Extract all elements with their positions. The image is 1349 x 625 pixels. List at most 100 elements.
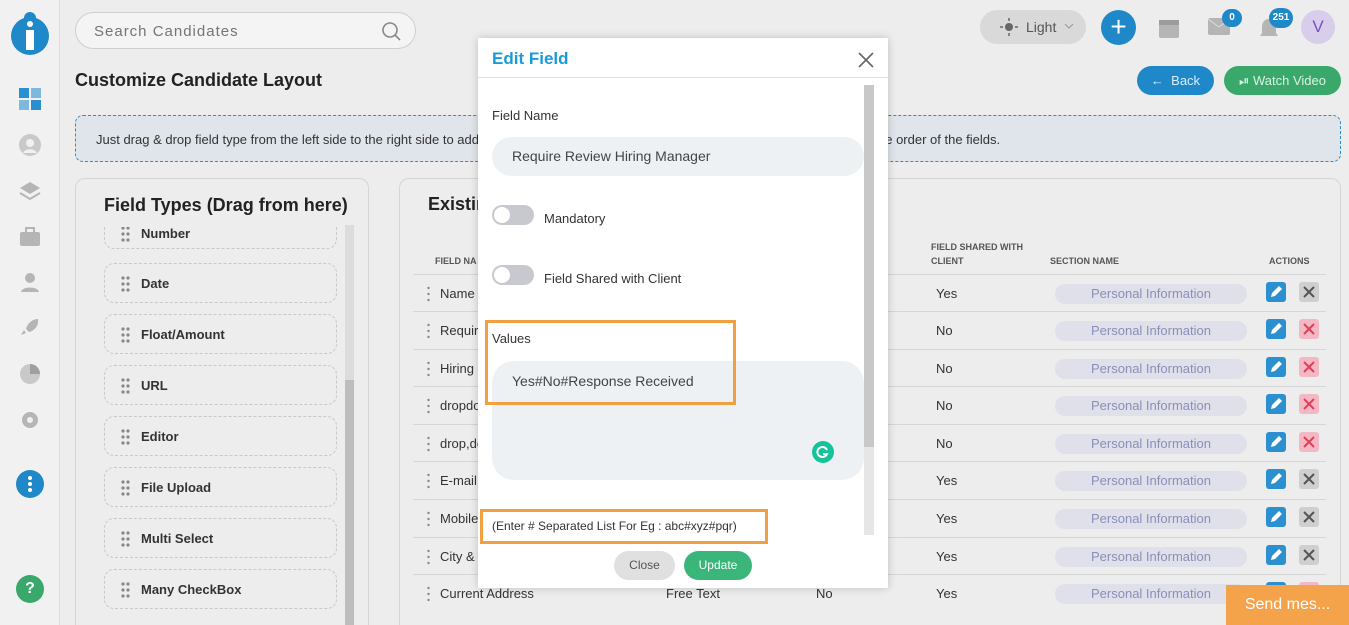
edit-button[interactable] [1266, 507, 1286, 527]
close-icon [1303, 398, 1315, 410]
chat-send-message-button[interactable]: Send mes... [1226, 585, 1349, 625]
drag-handle-icon[interactable] [427, 398, 430, 414]
field-types-scroll-thumb[interactable] [345, 380, 354, 625]
col-section-name: SECTION NAME [1050, 256, 1120, 266]
delete-button[interactable] [1299, 469, 1319, 489]
drag-handle-icon[interactable] [121, 327, 130, 343]
drag-handle-icon[interactable] [121, 582, 130, 598]
search-input[interactable] [94, 21, 374, 41]
field-name-cell: Hiring [440, 361, 474, 376]
pencil-icon [1271, 398, 1282, 409]
delete-button[interactable] [1299, 507, 1319, 527]
pencil-icon [1271, 473, 1282, 484]
edit-button[interactable] [1266, 545, 1286, 565]
field-type-label: Multi Select [141, 531, 214, 546]
field-type-item[interactable]: Date [104, 263, 337, 303]
edit-field-modal: Edit Field Field Name Require Review Hir… [478, 38, 888, 588]
arrow-left-icon: ← [1150, 73, 1172, 88]
more-dots-icon [28, 476, 32, 492]
help-button[interactable]: ? [16, 575, 44, 603]
field-type-label: Date [141, 276, 170, 291]
modal-scroll-thumb[interactable] [864, 85, 874, 447]
search-box[interactable] [75, 12, 416, 49]
field-type-item[interactable]: Many CheckBox [104, 569, 337, 609]
edit-button[interactable] [1266, 319, 1286, 339]
field-type-item[interactable]: Multi Select [104, 518, 337, 558]
briefcase-icon[interactable] [18, 225, 42, 249]
drag-handle-icon[interactable] [427, 586, 430, 602]
drag-handle-icon[interactable] [427, 323, 430, 339]
drag-handle-icon[interactable] [121, 531, 130, 547]
close-button[interactable]: Close [614, 551, 675, 580]
section-badge: Personal Information [1055, 509, 1247, 529]
recruiter-icon[interactable] [18, 270, 42, 294]
section-badge: Personal Information [1055, 321, 1247, 341]
chevron-down-icon [1064, 23, 1074, 29]
avatar[interactable]: V [1301, 10, 1335, 44]
theme-label: Light [1026, 19, 1057, 35]
drag-handle-icon[interactable] [121, 276, 130, 292]
drag-handle-icon[interactable] [427, 511, 430, 527]
delete-button[interactable] [1299, 545, 1319, 565]
layers-icon[interactable] [18, 180, 42, 204]
edit-button[interactable] [1266, 282, 1286, 302]
drag-handle-icon[interactable] [121, 378, 130, 394]
drag-handle-icon[interactable] [427, 436, 430, 452]
close-icon[interactable] [858, 52, 874, 68]
edit-button[interactable] [1266, 432, 1286, 452]
delete-button[interactable] [1299, 394, 1319, 414]
delete-button[interactable] [1299, 432, 1319, 452]
sun-icon [1000, 18, 1018, 36]
search-icon[interactable] [381, 21, 401, 41]
field-name-cell: Name [440, 286, 475, 301]
calendar-icon[interactable] [1158, 17, 1180, 39]
update-button[interactable]: Update [684, 551, 752, 580]
shared-cell: No [936, 361, 953, 376]
close-icon [1303, 361, 1315, 373]
field-type-item[interactable]: Float/Amount [104, 314, 337, 354]
pencil-icon [1271, 549, 1282, 560]
delete-button[interactable] [1299, 357, 1319, 377]
delete-button[interactable] [1299, 319, 1319, 339]
help-icon: ? [25, 580, 35, 597]
field-type-item[interactable]: File Upload [104, 467, 337, 507]
field-name-cell: dropdo [440, 398, 481, 413]
pie-chart-icon[interactable] [18, 362, 42, 386]
mail-count-badge: 0 [1222, 9, 1242, 27]
drag-handle-icon[interactable] [427, 473, 430, 489]
field-type-item[interactable]: URL [104, 365, 337, 405]
field-name-cell: Requir [440, 323, 479, 338]
field-name-input[interactable]: Require Review Hiring Manager [492, 137, 864, 176]
delete-button[interactable] [1299, 282, 1319, 302]
dashboard-icon[interactable] [18, 87, 42, 111]
drag-handle-icon[interactable] [121, 429, 130, 445]
edit-button[interactable] [1266, 394, 1286, 414]
pencil-icon [1271, 511, 1282, 522]
mandatory-toggle[interactable] [492, 205, 534, 225]
page-title: Customize Candidate Layout [75, 70, 323, 90]
edit-button[interactable] [1266, 357, 1286, 377]
watch-video-button[interactable]: ⏯ Watch Video [1224, 66, 1341, 95]
more-menu-button[interactable] [16, 470, 44, 498]
field-type-item[interactable]: Editor [104, 416, 337, 456]
drag-handle-icon[interactable] [121, 480, 130, 496]
field-name-cell: Current Address [440, 586, 534, 601]
user-icon[interactable] [18, 133, 42, 157]
shared-client-toggle[interactable] [492, 265, 534, 285]
brand-logo-icon[interactable] [10, 10, 50, 56]
theme-toggle[interactable]: Light [980, 10, 1086, 44]
back-button[interactable]: ← Back [1137, 66, 1214, 95]
settings-gear-icon[interactable] [18, 408, 42, 432]
pencil-icon [1271, 323, 1282, 334]
values-highlight-box [485, 320, 736, 405]
rocket-icon[interactable] [18, 316, 42, 340]
edit-button[interactable] [1266, 469, 1286, 489]
add-button[interactable]: + [1101, 10, 1136, 45]
drag-handle-icon[interactable] [121, 226, 130, 242]
drag-handle-icon[interactable] [427, 361, 430, 377]
watch-video-label: Watch Video [1253, 73, 1326, 88]
drag-handle-icon[interactable] [427, 549, 430, 565]
grammarly-icon[interactable] [812, 441, 834, 463]
drag-handle-icon[interactable] [427, 286, 430, 302]
mandatory-cell: No [816, 586, 833, 601]
